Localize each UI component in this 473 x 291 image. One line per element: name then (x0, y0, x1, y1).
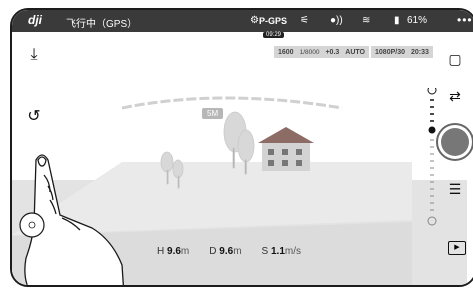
shutter-value: 1/8000 (299, 49, 320, 56)
slider-handle (428, 126, 436, 134)
resolution-value: 1080P/30 (375, 49, 405, 56)
playback-icon[interactable]: ▶ (448, 241, 466, 255)
radio-signal-icon: ●)) (330, 15, 343, 26)
flight-status: 飞行中（GPS） (66, 19, 138, 30)
battery-icon: ▮ (394, 15, 400, 26)
ev-value: +0.3 (325, 49, 340, 56)
flight-time: 09:29 (263, 32, 285, 38)
flight-mode: P-GPS (259, 16, 288, 26)
status-bar: dji 飞行中（GPS） ⚙ P-GPS ⚟ ●)) ≋ ▮ 61% ••• (12, 10, 473, 32)
distance-marker: 5M (202, 108, 224, 119)
device-screen: dji 飞行中（GPS） ⚙ P-GPS ⚟ ●)) ≋ ▮ 61% ••• 0… (10, 8, 473, 287)
telemetry-bar: H 9.6m D 9.6m S 1.1m/s (157, 246, 301, 257)
gimbal-slider[interactable] (425, 88, 439, 228)
shutter-button[interactable] (436, 123, 473, 161)
joystick (19, 212, 45, 238)
satellite-icon: ⚟ (300, 15, 309, 26)
height-value: 9.6 (167, 246, 181, 257)
height-readout: H 9.6m (157, 246, 190, 257)
iso-value: 1600 (278, 49, 294, 56)
video-photo-toggle-icon[interactable]: ⇄ (444, 85, 466, 107)
return-home-icon[interactable]: ↺ (23, 106, 45, 128)
shutter-inner (441, 128, 469, 156)
distance-value: 9.6 (219, 246, 234, 257)
battery-percent: 61% (407, 15, 428, 26)
more-button[interactable]: ••• (457, 13, 473, 27)
speed-value: 1.1 (270, 246, 285, 257)
wb-value: AUTO (345, 49, 366, 56)
dji-logo: dji (28, 13, 42, 27)
aircraft-icon: ⚙ (250, 15, 259, 26)
camera-switch-icon[interactable]: ▢ (444, 48, 466, 70)
distance-readout: D 9.6m (209, 246, 242, 257)
camera-settings-icon[interactable]: ☰ (444, 178, 466, 200)
record-time: 20:33 (411, 49, 429, 56)
camera-params: 1600 1/8000 +0.3 AUTO 1080P/30 20:33 (274, 46, 433, 58)
takeoff-icon[interactable]: ⤓ (23, 44, 45, 66)
speed-readout: S 1.1m/s (261, 246, 301, 257)
wifi-icon: ≋ (362, 15, 371, 26)
